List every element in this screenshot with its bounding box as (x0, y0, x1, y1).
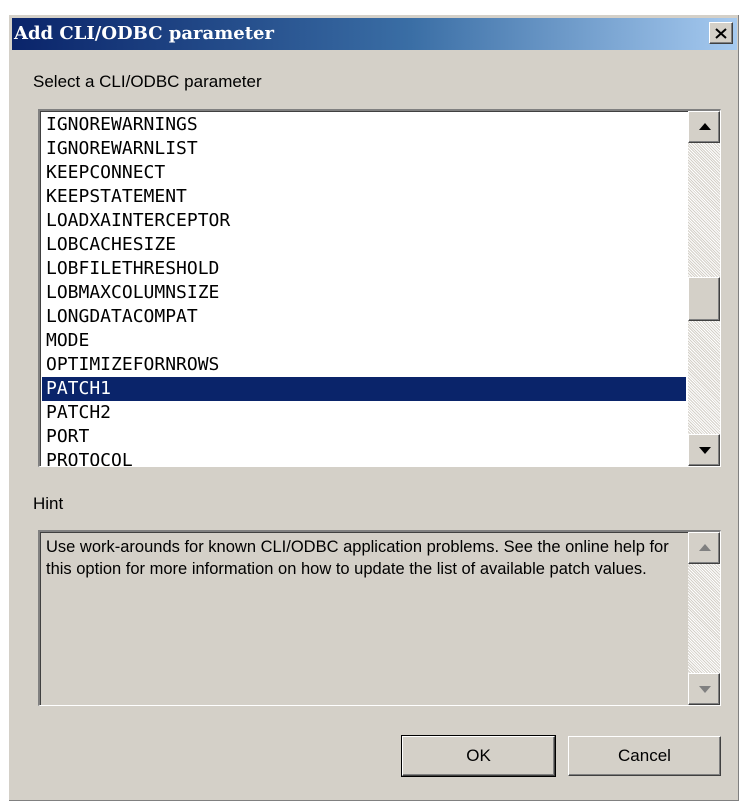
close-icon (715, 27, 727, 39)
hint-label: Hint (33, 494, 64, 513)
dialog-title: Add CLI/ODBC parameter (14, 23, 274, 44)
list-item[interactable]: LOBFILETHRESHOLD (42, 257, 686, 281)
list-item[interactable]: OPTIMIZEFORNROWS (42, 353, 686, 377)
ok-button[interactable]: OK (401, 735, 556, 777)
parameter-list: IGNOREWARNINGS IGNOREWARNLIST KEEPCONNECT K… (42, 113, 686, 466)
arrow-up-icon (699, 123, 711, 130)
list-scrollbar[interactable] (688, 111, 720, 466)
cancel-button[interactable]: Cancel (568, 736, 721, 776)
list-item[interactable]: PORT (42, 425, 686, 449)
list-item[interactable]: PROTOCOL (42, 449, 686, 466)
list-item[interactable]: MODE (42, 329, 686, 353)
arrow-up-icon (699, 544, 711, 551)
hint-scroll-up-button (688, 532, 720, 564)
list-item[interactable]: IGNOREWARNINGS (42, 113, 686, 137)
list-item[interactable]: LOBMAXCOLUMNSIZE (42, 281, 686, 305)
close-button[interactable] (709, 22, 733, 44)
scroll-thumb[interactable] (688, 277, 720, 321)
parameter-listbox[interactable]: IGNOREWARNINGS IGNOREWARNLIST KEEPCONNECT K… (38, 109, 721, 467)
list-item[interactable]: LOADXAINTERCEPTOR (42, 209, 686, 233)
arrow-down-icon (699, 447, 711, 454)
list-item[interactable]: IGNOREWARNLIST (42, 137, 686, 161)
select-parameter-label: Select a CLI/ODBC parameter (33, 72, 262, 91)
list-item[interactable]: KEEPCONNECT (42, 161, 686, 185)
dialog-window: Add CLI/ODBC parameter Select a CLI/ODBC… (8, 14, 739, 801)
list-item[interactable]: PATCH2 (42, 401, 686, 425)
scroll-up-button[interactable] (688, 111, 720, 143)
list-item[interactable]: KEEPSTATEMENT (42, 185, 686, 209)
title-bar[interactable]: Add CLI/ODBC parameter (12, 18, 737, 50)
list-item[interactable]: LOBCACHESIZE (42, 233, 686, 257)
hint-scroll-down-button (688, 673, 720, 705)
list-item[interactable]: LONGDATACOMPAT (42, 305, 686, 329)
arrow-down-icon (699, 686, 711, 693)
hint-textbox: Use work-arounds for known CLI/ODBC appl… (38, 530, 721, 706)
scroll-down-button[interactable] (688, 434, 720, 466)
hint-scrollbar (688, 532, 720, 705)
list-item[interactable]: PATCH1 (42, 377, 686, 401)
hint-text: Use work-arounds for known CLI/ODBC appl… (46, 538, 669, 578)
